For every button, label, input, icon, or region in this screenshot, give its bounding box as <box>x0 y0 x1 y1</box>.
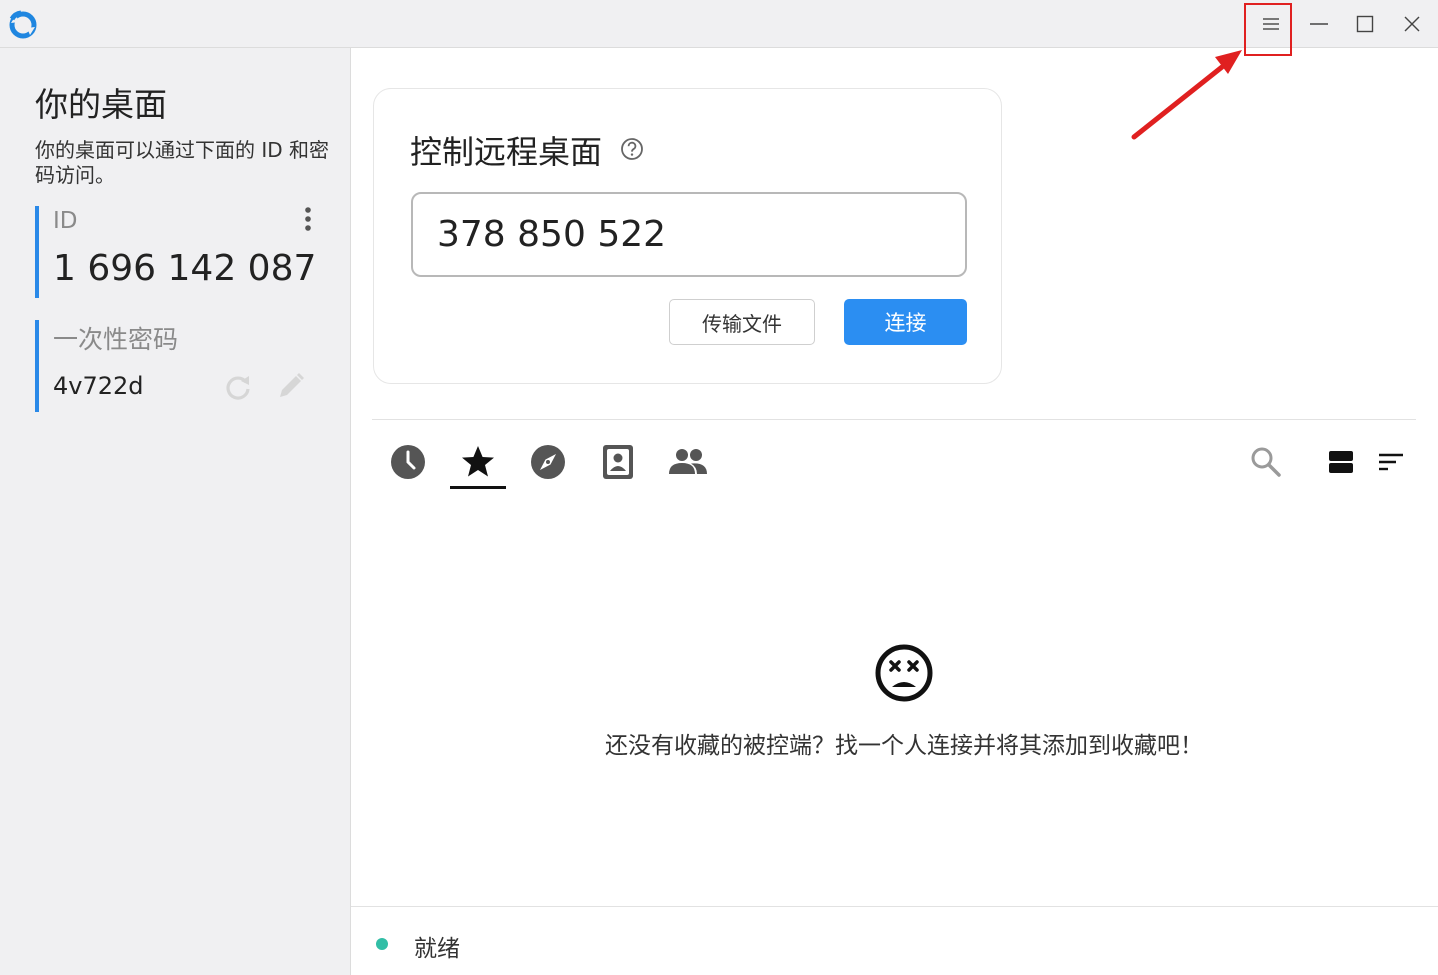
one-time-password-value[interactable]: 4v722d <box>53 372 144 400</box>
id-label: ID <box>53 208 78 234</box>
close-button[interactable] <box>1389 0 1435 48</box>
tab-discovered[interactable] <box>526 440 570 484</box>
connect-button[interactable]: 连接 <box>844 299 967 345</box>
rustdesk-logo-icon <box>9 10 37 39</box>
search-icon <box>1251 447 1281 477</box>
minimize-button[interactable] <box>1296 0 1342 48</box>
close-icon <box>1404 16 1420 32</box>
minimize-icon <box>1310 23 1328 25</box>
control-remote-card: 控制远程桌面 传输文件 连接 <box>373 88 1002 384</box>
tab-recent-sessions[interactable] <box>386 440 430 484</box>
status-bar: 就绪 <box>351 906 1438 975</box>
more-options-icon[interactable] <box>301 206 315 234</box>
tab-group[interactable] <box>666 440 710 484</box>
search-button[interactable] <box>1246 442 1286 482</box>
hamburger-menu-button[interactable] <box>1248 0 1294 48</box>
dizzy-face-icon <box>875 644 933 702</box>
your-desktop-description: 你的桌面可以通过下面的 ID 和密码访问。 <box>35 138 330 187</box>
clock-icon <box>391 445 425 479</box>
view-style-button[interactable] <box>1321 442 1361 482</box>
compass-icon <box>531 445 565 479</box>
status-dot-icon <box>376 938 388 950</box>
active-tab-indicator <box>450 486 506 489</box>
sort-button[interactable] <box>1371 442 1411 482</box>
title-bar <box>0 0 1438 48</box>
your-desktop-title: 你的桌面 <box>35 85 167 124</box>
id-section: ID 1 696 142 087 <box>35 206 325 298</box>
tab-address-book[interactable] <box>596 440 640 484</box>
maximize-button[interactable] <box>1342 0 1388 48</box>
help-icon[interactable] <box>620 137 644 161</box>
empty-favorites-message: 还没有收藏的被控端？找一个人连接并将其添加到收藏吧！ <box>605 733 1203 759</box>
address-book-icon <box>603 445 633 479</box>
sidebar: 你的桌面 你的桌面可以通过下面的 ID 和密码访问。 ID 1 696 142 … <box>0 48 351 975</box>
transfer-file-button[interactable]: 传输文件 <box>669 299 815 345</box>
refresh-icon[interactable] <box>223 372 253 402</box>
tab-favorites[interactable] <box>456 440 500 484</box>
list-view-icon <box>1329 451 1353 473</box>
control-remote-title: 控制远程桌面 <box>410 133 603 171</box>
group-icon <box>669 449 707 474</box>
status-text: 就绪 <box>414 936 460 962</box>
section-divider <box>372 419 1416 420</box>
annotation-arrow-icon <box>1131 50 1242 140</box>
star-icon <box>462 446 494 477</box>
password-section: 一次性密码 4v722d <box>35 320 325 412</box>
edit-pencil-icon[interactable] <box>275 370 307 402</box>
sort-icon <box>1379 453 1403 471</box>
id-value[interactable]: 1 696 142 087 <box>53 248 316 289</box>
remote-id-input[interactable] <box>411 192 967 277</box>
maximize-icon <box>1356 15 1374 33</box>
one-time-password-label: 一次性密码 <box>53 325 179 354</box>
hamburger-menu-icon <box>1263 18 1279 30</box>
